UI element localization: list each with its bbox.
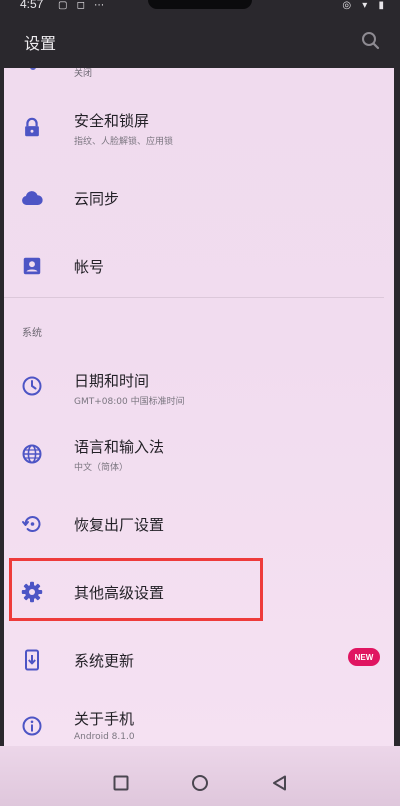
search-icon [362, 32, 380, 50]
app-bar: 设置 [0, 14, 400, 68]
settings-item-subtitle: GMT+08:00 中国标准时间 [74, 397, 185, 407]
settings-item-title: 安全和锁屏 [74, 112, 150, 130]
clock-icon [20, 374, 44, 398]
settings-item-title: 云同步 [74, 190, 120, 208]
back-icon [273, 775, 286, 791]
settings-item-cloud-sync[interactable]: 云同步 [4, 164, 394, 232]
section-divider [4, 297, 384, 298]
info-icon [20, 714, 44, 738]
account-box-icon [20, 254, 44, 278]
section-header-system: 系统 [22, 328, 42, 339]
cloud-icon [20, 186, 44, 210]
settings-item-account[interactable]: 帐号 [4, 232, 394, 300]
settings-item-title: 帐号 [74, 258, 105, 276]
settings-item-title: 语言和输入法 [74, 438, 165, 456]
back-button[interactable] [267, 770, 293, 796]
settings-item-subtitle: 指纹、人脸解锁、应用锁 [74, 137, 174, 147]
system-update-icon [20, 648, 44, 672]
settings-item-about-phone[interactable]: 关于手机 Android 8.1.0 [4, 694, 394, 746]
settings-list: 关闭 安全和锁屏 指纹、人脸解锁、应用锁 云同步 帐号 系统 日期和时间 GMT… [4, 68, 394, 746]
settings-item-title: 日期和时间 [74, 372, 150, 390]
new-badge: NEW [348, 648, 380, 666]
restore-icon [20, 512, 44, 536]
recents-button[interactable] [108, 770, 134, 796]
clipped-item-icon [30, 68, 36, 70]
settings-item-security[interactable]: 安全和锁屏 指纹、人脸解锁、应用锁 [4, 96, 394, 164]
settings-item-title: 系统更新 [74, 652, 135, 670]
clipped-item-subtitle: 关闭 [74, 69, 93, 79]
settings-item-title: 关于手机 [74, 710, 135, 728]
recents-icon [113, 775, 129, 791]
home-button[interactable] [187, 770, 213, 796]
status-system-icons: ◎ ▾ ▮ [342, 0, 388, 11]
settings-item-language[interactable]: 语言和输入法 中文（简体） [4, 422, 394, 490]
navigation-bar [0, 746, 400, 806]
settings-item-title: 恢复出厂设置 [74, 516, 165, 534]
lock-icon [20, 116, 44, 140]
status-time: 4:57 [20, 0, 44, 11]
camera-notch [148, 0, 252, 9]
settings-item-factory-reset[interactable]: 恢复出厂设置 [4, 490, 394, 558]
screen-edge-right [394, 68, 400, 746]
settings-item-system-update[interactable]: 系统更新 NEW [4, 626, 394, 694]
annotation-highlight-box [9, 558, 263, 621]
settings-item-subtitle: Android 8.1.0 [74, 732, 135, 742]
settings-item-date-time[interactable]: 日期和时间 GMT+08:00 中国标准时间 [4, 354, 394, 422]
search-button[interactable] [356, 26, 386, 56]
home-icon [192, 775, 208, 791]
status-bar: 4:57 ▢ ◻ ⋯ ◎ ▾ ▮ [0, 0, 400, 14]
page-title: 设置 [24, 34, 57, 53]
status-notification-icons: ▢ ◻ ⋯ [58, 0, 108, 11]
globe-icon [20, 442, 44, 466]
settings-item-subtitle: 中文（简体） [74, 463, 129, 473]
